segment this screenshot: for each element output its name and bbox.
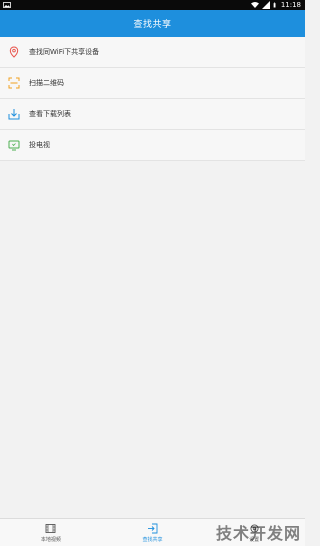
battery-icon [273, 2, 276, 8]
menu-item-label: 投电视 [29, 141, 50, 149]
tab-local-video[interactable]: 本地视频 [0, 519, 102, 546]
download-tray-icon [8, 108, 20, 120]
settings-icon [250, 523, 259, 533]
menu-item-find-wifi-devices[interactable]: 查找同WiFi下共享设备 [0, 37, 305, 68]
tv-icon [8, 139, 20, 151]
photo-icon [3, 2, 11, 8]
status-icons: 11:18 [250, 0, 301, 10]
tab-settings[interactable]: 设置 [203, 519, 305, 546]
film-icon [45, 523, 56, 533]
app-bar: 查找共享 [0, 10, 305, 37]
tab-find-share[interactable]: 查找共享 [102, 519, 204, 546]
page-title: 查找共享 [133, 20, 172, 30]
status-time: 11:18 [280, 1, 301, 9]
wifi-icon [250, 2, 259, 8]
tab-label: 查找共享 [142, 536, 163, 543]
menu-list: 查找同WiFi下共享设备 扫描二维码 查看下载列表 投电视 [0, 37, 305, 161]
menu-item-download-list[interactable]: 查看下载列表 [0, 99, 305, 130]
location-pin-icon [8, 46, 20, 58]
bottom-nav: 本地视频 查找共享 设置 [0, 518, 305, 546]
scan-frame-icon [8, 77, 20, 89]
menu-item-label: 扫描二维码 [29, 79, 64, 87]
menu-item-label: 查找同WiFi下共享设备 [29, 48, 100, 56]
status-bar: 11:18 [0, 0, 305, 10]
tab-label: 本地视频 [40, 536, 61, 543]
menu-item-label: 查看下载列表 [29, 110, 71, 118]
signal-icon [261, 1, 270, 9]
menu-item-cast-tv[interactable]: 投电视 [0, 130, 305, 161]
menu-item-scan-qr[interactable]: 扫描二维码 [0, 68, 305, 99]
tab-label: 设置 [249, 536, 260, 543]
share-enter-icon [148, 523, 158, 533]
